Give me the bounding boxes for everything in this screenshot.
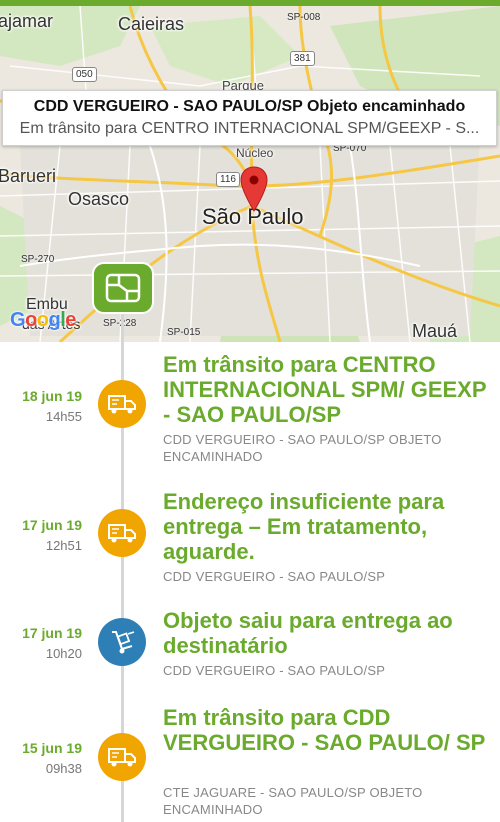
map-label-jajamar: ajamar bbox=[0, 11, 54, 31]
map-label-nucleo: Núcleo bbox=[236, 146, 274, 160]
event-time: 09h38 bbox=[45, 761, 82, 776]
road-label-sp228: SP-228 bbox=[103, 318, 137, 329]
road-shield-050: 050 bbox=[72, 67, 97, 82]
google-logo: Google bbox=[10, 309, 76, 331]
info-card-title: CDD VERGUEIRO - SAO PAULO/SP Objeto enca… bbox=[33, 98, 466, 115]
event-title: Em trânsito para CENTRO INTERNACIONAL SP… bbox=[163, 352, 487, 427]
event-title: Em trânsito para CDD VERGUEIRO - SAO PAU… bbox=[163, 705, 486, 755]
event-date: 17 jun 19 bbox=[22, 517, 82, 533]
map-label-osasco: Osasco bbox=[68, 189, 130, 209]
road-label-sp270: SP-270 bbox=[21, 254, 55, 265]
map-pin-icon[interactable] bbox=[240, 166, 268, 212]
event-subtitle: CTE JAGUARE - SAO PAULO/SP OBJETO ENCAMI… bbox=[163, 785, 423, 817]
hand-truck-icon bbox=[98, 618, 146, 666]
event-date: 17 jun 19 bbox=[22, 625, 82, 641]
map-label-caieiras: Caieiras bbox=[118, 14, 185, 34]
road-label-sp008: SP-008 bbox=[287, 12, 321, 23]
event-subtitle: CDD VERGUEIRO - SAO PAULO/SP bbox=[163, 569, 386, 584]
package-origin-icon bbox=[92, 262, 154, 314]
event-time: 12h51 bbox=[45, 538, 82, 553]
event-date: 18 jun 19 bbox=[22, 388, 82, 404]
event-time: 10h20 bbox=[45, 646, 82, 661]
truck-icon bbox=[98, 509, 146, 557]
map-label-barueri: Barueri bbox=[0, 166, 57, 186]
event-title: Endereço insuficiente para entrega – Em … bbox=[163, 489, 445, 564]
truck-icon bbox=[98, 733, 146, 781]
truck-icon bbox=[98, 380, 146, 428]
map-view[interactable]: ajamar Caieiras Parque Núcleo Barueri Os… bbox=[0, 6, 500, 342]
event-subtitle: CDD VERGUEIRO - SAO PAULO/SP OBJETO ENCA… bbox=[163, 432, 442, 464]
event-date: 15 jun 19 bbox=[22, 740, 82, 756]
road-shield-116: 116 bbox=[216, 172, 240, 187]
info-card-subtitle: Em trânsito para CENTRO INTERNACIONAL SP… bbox=[19, 120, 480, 137]
event-subtitle: CDD VERGUEIRO - SAO PAULO/SP bbox=[163, 663, 386, 678]
event-time: 14h55 bbox=[45, 409, 82, 424]
road-label-sp015: SP-015 bbox=[167, 327, 201, 338]
road-shield-381: 381 bbox=[290, 51, 315, 66]
event-title: Objeto saiu para entrega ao destinatário bbox=[163, 608, 453, 658]
map-info-card[interactable]: CDD VERGUEIRO - SAO PAULO/SP Objeto enca… bbox=[2, 90, 497, 146]
map-label-maua: Mauá bbox=[412, 321, 458, 341]
